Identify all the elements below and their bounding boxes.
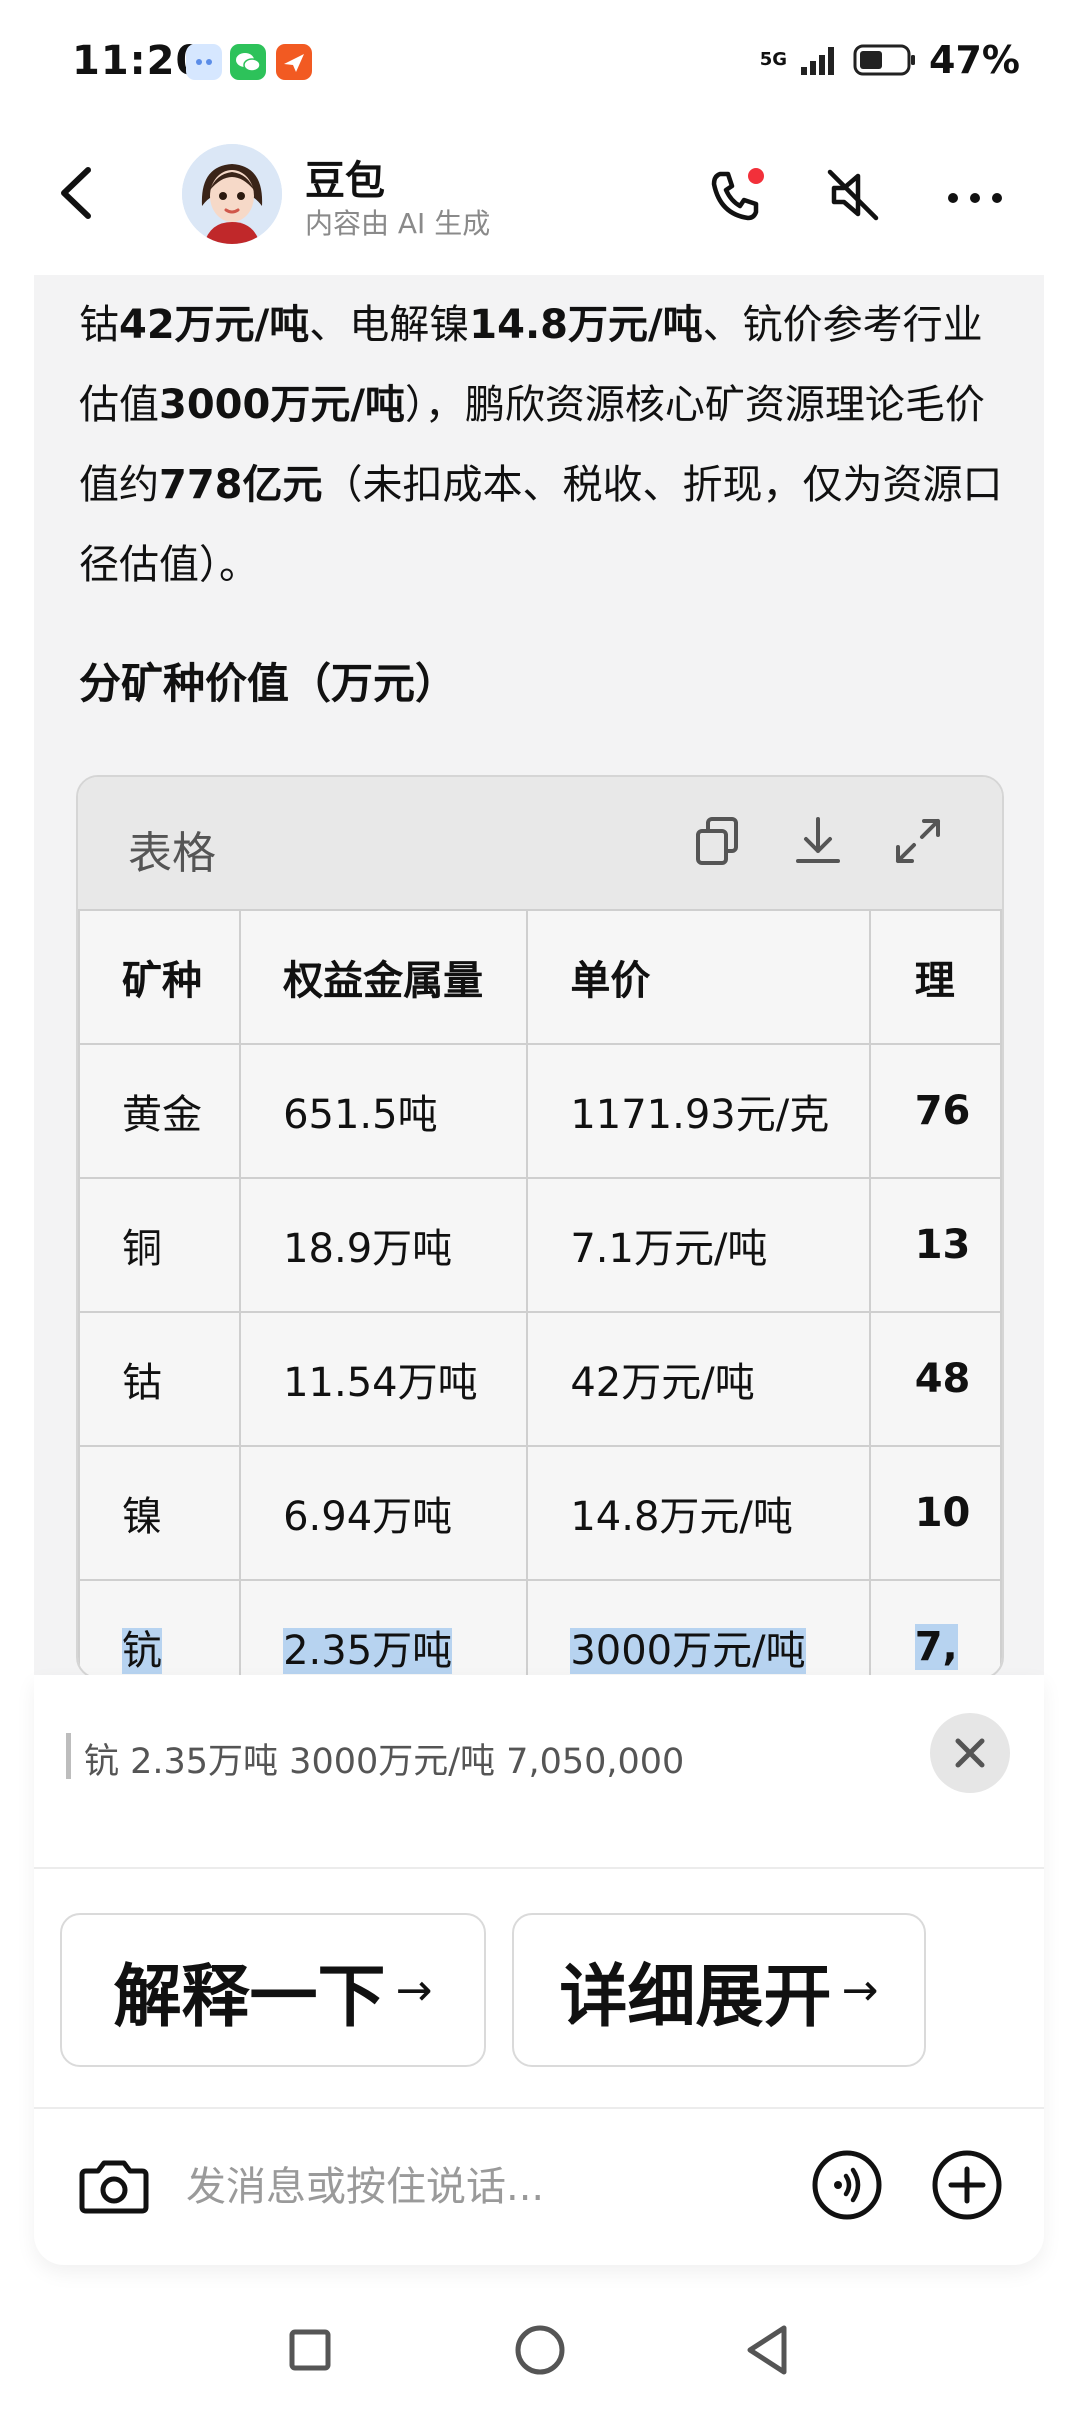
network-type: 5G bbox=[759, 49, 788, 70]
table-toolbar: 表格 bbox=[78, 777, 1002, 911]
table-cell: 18.9万吨 bbox=[239, 1177, 529, 1313]
system-nav-bar bbox=[0, 2290, 1080, 2412]
square-icon bbox=[289, 2329, 331, 2371]
divider bbox=[34, 1867, 1044, 1869]
chat-header: 豆包 内容由 AI 生成 bbox=[0, 130, 1080, 260]
data-table: 矿种 权益金属量 单价 理 黄金 651.5吨 1171.93元/克 76 铜 … bbox=[78, 909, 1002, 1675]
assistant-message: 钴42万元/吨、电解镍14.8万元/吨、钪价参考行业估值3000万元/吨），鹏欣… bbox=[34, 275, 1044, 1675]
voice-call-button[interactable] bbox=[807, 2145, 887, 2225]
table-cell: 黄金 bbox=[78, 1043, 242, 1179]
download-icon bbox=[796, 817, 840, 863]
table-cell: 镍 bbox=[78, 1445, 242, 1581]
chat-bot-app-icon bbox=[186, 44, 222, 80]
voice-wave-icon bbox=[812, 2150, 882, 2220]
table-header-row: 矿种 权益金属量 单价 理 bbox=[78, 909, 1002, 1045]
copy-icon bbox=[696, 817, 738, 865]
call-button[interactable] bbox=[700, 160, 770, 230]
column-header: 矿种 bbox=[78, 909, 242, 1045]
table-cell: 7, bbox=[868, 1579, 1002, 1675]
table-cell: 14.8万元/吨 bbox=[526, 1445, 871, 1581]
composer-panel: 钪 2.35万吨 3000万元/吨 7,050,000 解释一下 → 详细展开 … bbox=[34, 1675, 1044, 2265]
ai-disclaimer: 内容由 AI 生成 bbox=[305, 207, 491, 240]
table-row: 黄金 651.5吨 1171.93元/克 76 bbox=[78, 1043, 1002, 1179]
battery-icon bbox=[853, 44, 916, 76]
column-header: 单价 bbox=[526, 909, 871, 1045]
table-cell: 13 bbox=[868, 1177, 1002, 1313]
table-row: 镍 6.94万吨 14.8万元/吨 10 bbox=[78, 1445, 1002, 1581]
table-card: 表格 矿种 权益金属量 单价 理 黄金 651.5吨 1171.93元/克 76… bbox=[76, 775, 1004, 1675]
status-time: 11:20 bbox=[72, 38, 205, 84]
section-heading: 分矿种价值（万元） bbox=[79, 659, 458, 708]
table-cell: 42万元/吨 bbox=[526, 1311, 871, 1447]
recents-button[interactable] bbox=[270, 2310, 350, 2390]
phone-icon bbox=[711, 168, 764, 221]
selected-text: 7, bbox=[914, 1624, 958, 1670]
chevron-left-icon bbox=[61, 167, 91, 219]
table-cell: 7.1万元/吨 bbox=[526, 1177, 871, 1313]
clear-quote-button[interactable] bbox=[930, 1713, 1010, 1793]
table-row-selected[interactable]: 钪 2.35万吨 3000万元/吨 7, bbox=[78, 1579, 1002, 1675]
divider bbox=[34, 2107, 1044, 2109]
download-table-button[interactable] bbox=[788, 811, 848, 871]
selected-text: 2.35万吨 bbox=[283, 1628, 453, 1674]
explain-suggestion-button[interactable]: 解释一下 → bbox=[60, 1913, 486, 2067]
column-header: 权益金属量 bbox=[239, 909, 529, 1045]
table-cell: 651.5吨 bbox=[239, 1043, 529, 1179]
circle-icon bbox=[515, 2325, 565, 2375]
speaker-muted-icon bbox=[827, 169, 879, 221]
mute-button[interactable] bbox=[818, 160, 888, 230]
close-icon bbox=[955, 1738, 985, 1768]
column-header: 理 bbox=[868, 909, 1002, 1045]
avatar[interactable] bbox=[182, 144, 282, 244]
table-row: 钴 11.54万吨 42万元/吨 48 bbox=[78, 1311, 1002, 1447]
table-cell: 钴 bbox=[78, 1311, 242, 1447]
expand-icon bbox=[896, 819, 940, 863]
expand-table-button[interactable] bbox=[888, 811, 948, 871]
message-paragraph: 钴42万元/吨、电解镍14.8万元/吨、钪价参考行业估值3000万元/吨），鹏欣… bbox=[79, 302, 1003, 588]
table-label: 表格 bbox=[128, 828, 216, 879]
wechat-app-icon bbox=[230, 44, 266, 80]
more-options-button[interactable] bbox=[940, 160, 1010, 230]
quoted-selection: 钪 2.35万吨 3000万元/吨 7,050,000 bbox=[84, 1742, 685, 1782]
table-cell: 铜 bbox=[78, 1177, 242, 1313]
arrow-right-icon: → bbox=[841, 1964, 879, 2016]
suggestion-label: 解释一下 bbox=[113, 1957, 386, 2037]
quote-bar bbox=[66, 1733, 71, 1779]
add-attachment-button[interactable] bbox=[927, 2145, 1007, 2225]
suggestion-label: 详细展开 bbox=[559, 1957, 832, 2037]
table-row: 铜 18.9万吨 7.1万元/吨 13 bbox=[78, 1177, 1002, 1313]
message-input[interactable] bbox=[184, 2153, 808, 2221]
table-cell: 钪 bbox=[78, 1579, 242, 1675]
table-cell: 76 bbox=[868, 1043, 1002, 1179]
table-cell: 11.54万吨 bbox=[239, 1311, 529, 1447]
camera-button[interactable] bbox=[74, 2145, 154, 2225]
more-horizontal-icon bbox=[948, 193, 1002, 203]
selected-text: 钪 bbox=[122, 1628, 162, 1674]
table-cell: 1171.93元/克 bbox=[526, 1043, 871, 1179]
home-button[interactable] bbox=[500, 2310, 580, 2390]
triangle-back-icon bbox=[747, 2325, 787, 2375]
camera-icon bbox=[79, 2160, 149, 2214]
table-cell: 10 bbox=[868, 1445, 1002, 1581]
back-button[interactable] bbox=[44, 158, 114, 228]
table-cell: 48 bbox=[868, 1311, 1002, 1447]
expand-suggestion-button[interactable]: 详细展开 → bbox=[512, 1913, 926, 2067]
chat-title: 豆包 bbox=[305, 158, 385, 204]
send-app-icon bbox=[276, 44, 312, 80]
status-bar: 11:20 5G 47% bbox=[0, 0, 1080, 120]
table-cell: 2.35万吨 bbox=[239, 1579, 529, 1675]
signal-icon bbox=[801, 47, 835, 75]
arrow-right-icon: → bbox=[395, 1964, 433, 2016]
plus-circle-icon bbox=[932, 2150, 1002, 2220]
battery-level: 47% bbox=[929, 38, 1020, 82]
system-back-button[interactable] bbox=[728, 2310, 808, 2390]
selected-text: 3000万元/吨 bbox=[570, 1628, 806, 1674]
table-cell: 6.94万吨 bbox=[239, 1445, 529, 1581]
copy-table-button[interactable] bbox=[688, 811, 748, 871]
table-cell: 3000万元/吨 bbox=[526, 1579, 871, 1675]
